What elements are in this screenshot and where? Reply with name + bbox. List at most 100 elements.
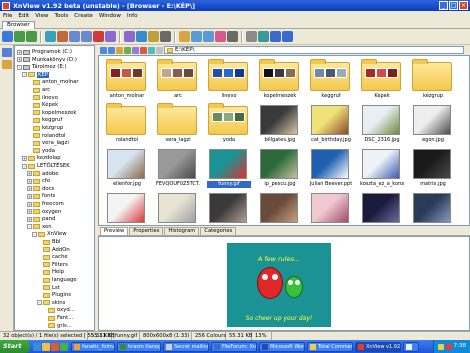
tree-item[interactable]: gris... (42, 322, 72, 330)
taskbar-button[interactable]: fanatic_folmagok... (71, 341, 115, 352)
tab-categories[interactable]: Categories (200, 227, 237, 235)
tray-icon[interactable] (445, 343, 452, 350)
cut-icon[interactable] (57, 31, 68, 42)
image-thumbnail[interactable] (411, 191, 455, 225)
media-icon[interactable] (51, 342, 59, 351)
image-thumbnail[interactable] (105, 191, 149, 225)
tree-expander[interactable]: - (37, 300, 42, 306)
image-thumbnail[interactable] (309, 191, 353, 225)
tree-expander[interactable]: - (22, 163, 27, 169)
refresh-icon[interactable] (45, 31, 56, 42)
tab-browser[interactable]: Browser (2, 21, 35, 29)
image-thumbnail[interactable]: DSC_2316.jpg (360, 103, 404, 144)
image-thumbnail[interactable]: koszta_ez_a_koron... (360, 147, 404, 188)
folder-thumbnail[interactable]: Képek (360, 59, 404, 100)
web-icon[interactable] (270, 31, 281, 42)
details-icon[interactable] (191, 31, 202, 42)
view-mode-icon[interactable] (148, 46, 155, 54)
folder-thumbnail[interactable]: anton_molnar (105, 59, 149, 100)
taskbar-button[interactable]: Secret mailing lists... (163, 341, 209, 352)
close-button[interactable]: × (459, 1, 468, 10)
tray-icon[interactable] (437, 343, 444, 350)
refresh-icon[interactable] (124, 46, 131, 54)
taskbar-button[interactable] (403, 341, 419, 352)
favorites-panel-icon[interactable] (2, 60, 12, 69)
taskbar-button[interactable]: Microsoft Word (259, 341, 305, 352)
delete-icon[interactable] (93, 31, 104, 42)
tree-expander[interactable]: + (17, 49, 22, 55)
menu-window[interactable]: Window (99, 13, 121, 19)
sort-icon[interactable] (140, 46, 147, 54)
image-thumbnail[interactable]: billgates.jpg (258, 103, 302, 144)
image-thumbnail[interactable] (207, 191, 251, 225)
image-thumbnail[interactable]: FEVQOUF0Z5TCT... (156, 147, 200, 188)
folder-icon[interactable] (42, 342, 50, 351)
image-thumbnail[interactable] (258, 191, 302, 225)
menu-view[interactable]: View (35, 13, 48, 19)
ie-icon[interactable] (33, 342, 41, 351)
list-icon[interactable] (203, 31, 214, 42)
folder-thumbnail[interactable]: kopelmeszek (258, 59, 302, 100)
folder-thumbnail[interactable]: yoda (207, 103, 251, 144)
slideshow-icon[interactable] (215, 31, 226, 42)
folders-panel-icon[interactable] (2, 48, 12, 57)
image-thumbnail[interactable]: funny.gif (207, 147, 251, 188)
tree-expander[interactable]: + (27, 171, 32, 177)
tree-expander[interactable]: - (17, 64, 22, 70)
tree-expander[interactable]: + (17, 57, 22, 63)
image-thumbnail[interactable]: Julian Beever.ppt (309, 147, 353, 188)
options-icon[interactable] (156, 46, 163, 54)
tree-expander[interactable]: + (27, 216, 32, 222)
view-icon[interactable] (136, 31, 147, 42)
desktop-icon[interactable] (60, 342, 68, 351)
tab-preview[interactable]: Preview (100, 227, 129, 235)
nav-forward-icon[interactable] (108, 46, 115, 54)
tab-histogram[interactable]: Histogram (164, 227, 200, 235)
menu-file[interactable]: File (3, 13, 12, 19)
menu-tools[interactable]: Tools (55, 13, 69, 19)
capture-icon[interactable] (258, 31, 269, 42)
maximize-button[interactable]: □ (449, 1, 458, 10)
filter-icon[interactable] (132, 46, 139, 54)
image-thumbnail[interactable]: ip_pescu.jpg (258, 147, 302, 188)
tree-expander[interactable]: - (27, 224, 32, 230)
image-thumbnail[interactable]: egon.jpg (411, 103, 455, 144)
path-input[interactable]: E:\KÉP\ (164, 46, 464, 54)
tree-expander[interactable]: + (27, 201, 32, 207)
thumbs-icon[interactable] (179, 31, 190, 42)
taskbar-button[interactable]: XnView v1.92 ... (355, 341, 401, 352)
rotate-icon[interactable] (124, 31, 135, 42)
sort-icon[interactable] (160, 31, 171, 42)
tree-expander[interactable]: + (27, 186, 32, 192)
taskbar-button[interactable]: Total Commander ... (307, 341, 353, 352)
back-icon[interactable] (14, 31, 25, 42)
tree-expander[interactable]: - (22, 72, 27, 78)
folder-thumbnail[interactable]: keggruf (309, 59, 353, 100)
help-icon[interactable] (282, 31, 293, 42)
taskbar-button[interactable]: hrasm tlanogatás ... (117, 341, 161, 352)
xnview-app-icon[interactable] (2, 1, 10, 10)
folder-up-icon[interactable] (116, 46, 123, 54)
nav-back-icon[interactable] (100, 46, 107, 54)
menu-edit[interactable]: Edit (18, 13, 29, 19)
tree-expander[interactable]: - (32, 231, 37, 237)
image-thumbnail[interactable]: matrix.jpg (411, 147, 455, 188)
menu-create[interactable]: Create (74, 13, 93, 19)
tree-expander[interactable]: + (27, 193, 32, 199)
image-thumbnail[interactable]: cat_birthday.jpg (309, 103, 353, 144)
start-button[interactable]: Start (0, 340, 30, 353)
tree-expander[interactable]: + (22, 155, 27, 161)
image-thumbnail[interactable]: ellenfor.jpg (105, 147, 149, 188)
forward-icon[interactable] (26, 31, 37, 42)
minimize-button[interactable]: _ (439, 1, 448, 10)
taskbar-button[interactable]: FileForum: XnView ... (211, 341, 257, 352)
print-icon[interactable] (227, 31, 238, 42)
folder-thumbnail[interactable]: vera_lagzi (156, 103, 200, 144)
image-thumbnail[interactable] (360, 191, 404, 225)
menu-info[interactable]: Info (127, 13, 138, 19)
folder-thumbnail[interactable]: arc (156, 59, 200, 100)
paste-icon[interactable] (81, 31, 92, 42)
settings-icon[interactable] (246, 31, 257, 42)
folder-thumbnail[interactable]: ilnevo (207, 59, 251, 100)
folder-thumbnail[interactable]: kézgrup (411, 59, 455, 100)
